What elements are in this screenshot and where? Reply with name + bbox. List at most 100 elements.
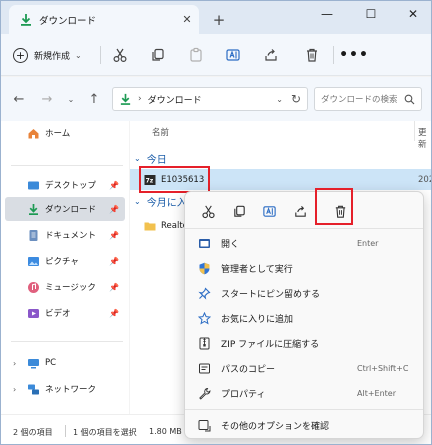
column-divider[interactable] xyxy=(414,121,415,141)
navigation-pane: ホーム デスクトップ 📌 ダウンロード 📌 ドキュメント 📌 ピクチャ 📌 ミュ… xyxy=(1,121,129,414)
copy-icon xyxy=(233,205,245,217)
sidebar-item-pictures[interactable]: ピクチャ 📌 xyxy=(5,249,125,273)
trash-icon xyxy=(307,48,317,62)
menu-item-add-to-favorites[interactable]: お気に入りに追加 xyxy=(189,306,419,330)
paste-button[interactable] xyxy=(185,44,207,66)
back-button[interactable]: ← xyxy=(10,90,28,108)
address-bar[interactable]: › ダウンロード ⌄ ↻ xyxy=(112,87,308,111)
paste-icon xyxy=(190,47,202,62)
close-window-button[interactable]: ✕ xyxy=(393,1,431,27)
copy-button[interactable] xyxy=(147,44,169,66)
rename-button[interactable] xyxy=(222,44,244,66)
highlight-box-delete xyxy=(315,188,353,225)
breadcrumb-downloads[interactable]: ダウンロード xyxy=(148,93,277,106)
context-divider xyxy=(185,228,423,229)
sidebar-item-network[interactable]: › ネットワーク xyxy=(5,377,125,401)
highlight-box-file xyxy=(139,166,210,193)
menu-item-label: お気に入りに追加 xyxy=(221,314,294,325)
share-button[interactable] xyxy=(260,44,282,66)
pin-icon: 📌 xyxy=(109,180,119,190)
recent-locations-button[interactable]: ⌄ xyxy=(62,90,80,108)
menu-item-properties[interactable]: プロパティ Alt+Enter xyxy=(189,381,419,405)
chevron-right-icon[interactable]: › xyxy=(13,385,16,394)
maximize-button[interactable]: ☐ xyxy=(351,1,391,27)
status-size: 1.80 MB xyxy=(149,427,182,436)
column-header-name[interactable]: 名前 xyxy=(152,126,169,138)
copy-path-icon xyxy=(197,361,211,375)
menu-item-label: その他のオプションを確認 xyxy=(221,421,330,432)
file-explorer-window: ダウンロード ✕ + — ☐ ✕ + 新規作成 ⌄ ••• ← → ⌄ ↑ › … xyxy=(0,0,432,445)
menu-item-shortcut: Alt+Enter xyxy=(357,388,397,398)
video-icon xyxy=(28,308,39,318)
context-divider xyxy=(185,409,423,410)
copy-button[interactable] xyxy=(227,199,251,223)
rename-button[interactable] xyxy=(257,199,281,223)
toolbar-divider xyxy=(100,46,101,64)
menu-item-open[interactable]: 開く Enter xyxy=(189,231,419,255)
sidebar-item-label: ビデオ xyxy=(45,309,71,319)
cut-button[interactable] xyxy=(196,199,220,223)
menu-item-shortcut: Ctrl+Shift+C xyxy=(357,363,409,373)
share-icon xyxy=(265,49,277,61)
search-box[interactable]: ダウンロードの検索 xyxy=(314,87,422,111)
sidebar-item-pc[interactable]: › PC xyxy=(5,351,125,375)
menu-item-pin-to-start[interactable]: スタートにピン留めする xyxy=(189,281,419,305)
refresh-icon[interactable]: ↻ xyxy=(291,92,301,106)
menu-item-label: 管理者として実行 xyxy=(221,264,293,275)
pin-icon: 📌 xyxy=(109,256,119,266)
chevron-down-icon[interactable]: ⌄ xyxy=(276,95,283,104)
new-button[interactable]: + 新規作成 ⌄ xyxy=(13,43,82,67)
sidebar-item-music[interactable]: ミュージック 📌 xyxy=(5,275,125,299)
group-header-this-month[interactable]: ⌄ 今月に入 xyxy=(134,192,187,210)
sidebar-item-home[interactable]: ホーム xyxy=(5,121,125,145)
folder-icon xyxy=(144,222,156,230)
file-date: 202 xyxy=(418,174,431,185)
toolbar-divider xyxy=(333,46,334,64)
share-button[interactable] xyxy=(288,199,312,223)
menu-item-label: プロパティ xyxy=(221,389,266,400)
chevron-down-icon: ⌄ xyxy=(134,196,141,206)
rename-icon xyxy=(226,49,240,61)
arrow-right-icon: → xyxy=(41,91,53,107)
sidebar-divider xyxy=(11,165,123,166)
search-placeholder: ダウンロードの検索 xyxy=(321,95,398,105)
new-tab-button[interactable]: + xyxy=(209,10,229,30)
sidebar-item-desktop[interactable]: デスクトップ 📌 xyxy=(5,173,125,197)
tab-title: ダウンロード xyxy=(39,15,97,27)
pin-icon: 📌 xyxy=(109,204,119,214)
status-divider xyxy=(65,425,66,437)
sidebar-item-documents[interactable]: ドキュメント 📌 xyxy=(5,223,125,247)
share-icon xyxy=(294,205,306,217)
cut-icon xyxy=(113,48,127,63)
breadcrumb-separator: › xyxy=(138,94,142,104)
minimize-button[interactable]: — xyxy=(307,1,347,27)
forward-button[interactable]: → xyxy=(38,90,56,108)
shield-icon xyxy=(197,261,211,275)
music-icon xyxy=(28,281,39,293)
pin-icon: 📌 xyxy=(109,282,119,292)
wrench-icon xyxy=(197,386,211,400)
up-button[interactable]: ↑ xyxy=(85,90,103,108)
rename-icon xyxy=(262,205,276,217)
menu-item-label: パスのコピー xyxy=(221,364,276,375)
menu-item-run-as-admin[interactable]: 管理者として実行 xyxy=(189,256,419,280)
more-options-icon xyxy=(197,418,211,432)
more-options-button[interactable]: ••• xyxy=(339,44,368,66)
search-icon xyxy=(401,94,417,105)
new-button-label: 新規作成 xyxy=(34,51,71,62)
tab-close-icon[interactable]: ✕ xyxy=(179,12,195,28)
group-header-today[interactable]: ⌄ 今日 xyxy=(134,149,167,167)
menu-item-label: スタートにピン留めする xyxy=(221,289,321,300)
download-icon xyxy=(29,203,38,215)
sidebar-item-downloads[interactable]: ダウンロード 📌 xyxy=(5,197,125,221)
column-header-date[interactable]: 更新 xyxy=(418,126,431,150)
menu-item-compress-zip[interactable]: ZIP ファイルに圧縮する xyxy=(189,331,419,355)
arrow-up-icon: ↑ xyxy=(88,91,100,107)
menu-item-show-more-options[interactable]: その他のオプションを確認 xyxy=(189,413,419,437)
tab-downloads[interactable]: ダウンロード ✕ xyxy=(9,5,199,34)
chevron-right-icon[interactable]: › xyxy=(13,359,16,368)
delete-button[interactable] xyxy=(301,44,323,66)
cut-button[interactable] xyxy=(109,44,131,66)
menu-item-copy-path[interactable]: パスのコピー Ctrl+Shift+C xyxy=(189,356,419,380)
sidebar-item-videos[interactable]: ビデオ 📌 xyxy=(5,301,125,325)
